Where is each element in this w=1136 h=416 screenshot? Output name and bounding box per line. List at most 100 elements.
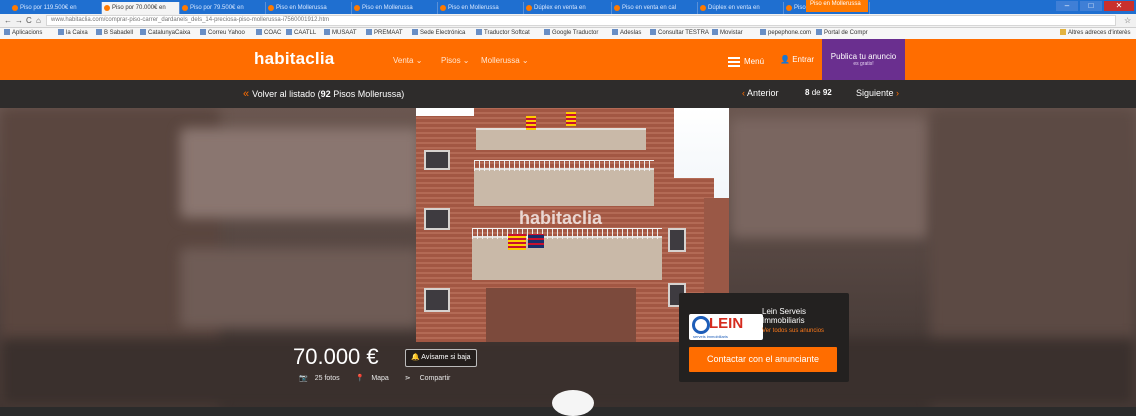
favicon-icon	[526, 5, 532, 11]
bookmark-item[interactable]: COAC	[256, 29, 281, 38]
tab-title: Piso en Mollerussa	[362, 5, 413, 11]
bookmark-icon	[96, 29, 102, 35]
previous-listing-link[interactable]: ‹ Anterior	[742, 88, 779, 98]
favicon-icon	[700, 5, 706, 11]
bookmark-item[interactable]: CatalunyaCaixa	[140, 29, 190, 38]
browser-tab[interactable]: Piso en Mollerussa	[266, 2, 352, 14]
user-icon: 👤	[780, 55, 790, 64]
bookmark-item[interactable]: PREMAAT	[366, 29, 403, 38]
folder-icon	[1060, 29, 1066, 35]
share-link[interactable]: ⋗ Compartir	[405, 375, 458, 382]
reload-icon[interactable]: C	[26, 15, 32, 26]
favicon-icon	[104, 5, 110, 11]
browser-tab[interactable]: Dúplex en venta en	[698, 2, 784, 14]
forward-arrow-icon[interactable]: →	[15, 15, 23, 26]
tab-title: Piso en venta en cal	[622, 5, 677, 11]
bookmark-item[interactable]: B Sabadell	[96, 29, 133, 38]
bookmark-icon	[412, 29, 418, 35]
minimize-icon[interactable]: –	[1056, 1, 1078, 11]
listing-price: 70.000 €	[293, 344, 379, 369]
bookmark-item[interactable]: CAATLL	[286, 29, 316, 38]
bell-icon: 🔔	[411, 354, 420, 361]
tab-title: Piso en Mollerussa	[276, 5, 327, 11]
login-button[interactable]: 👤 Entrar	[780, 55, 814, 64]
bookmark-item[interactable]: Correu Yahoo	[200, 29, 245, 38]
agent-all-listings-link[interactable]: Ver todos sus anuncios	[762, 328, 824, 334]
ground-floor	[486, 288, 636, 342]
nav-location[interactable]: Mollerussa ⌄	[481, 56, 529, 65]
agent-logo[interactable]: LEIN serveis immobiliaris	[689, 314, 763, 340]
bookmark-icon	[650, 29, 656, 35]
browser-tab-bar: Piso por 119.500€ en Piso por 70.000€ en…	[0, 0, 1136, 14]
tab-title: Piso por 79.500€ en	[190, 5, 244, 11]
share-icon: ⋗	[404, 375, 411, 382]
bookmark-item[interactable]: Portal de Compr	[816, 29, 868, 38]
favorite-button[interactable]	[552, 390, 594, 416]
camera-icon: 📷	[299, 375, 308, 382]
back-to-listing-link[interactable]: «Volver al listado (92 Pisos Mollerussa)	[243, 88, 404, 100]
blurred-background	[180, 128, 420, 218]
chevron-right-icon: ›	[896, 88, 900, 98]
browser-tab[interactable]: Piso en Mollerussa	[352, 2, 438, 14]
balcony	[474, 168, 654, 206]
browser-tab[interactable]: Dúplex en venta en	[524, 2, 612, 14]
map-link[interactable]: 📍 Mapa	[356, 375, 396, 382]
browser-tab[interactable]: Piso en venta en cal	[612, 2, 698, 14]
browser-tab-active[interactable]: Piso por 70.000€ en	[102, 2, 180, 14]
bookmark-item[interactable]: Consultar TESTRA	[650, 29, 709, 38]
bookmark-item[interactable]: Sede Electrónica	[412, 29, 465, 38]
bookmark-icon	[612, 29, 618, 35]
contact-advertiser-button[interactable]: Contactar con el anunciante	[689, 347, 837, 372]
star-icon[interactable]: ☆	[1124, 15, 1131, 26]
nav-pisos[interactable]: Pisos ⌄	[441, 56, 470, 65]
bookmark-icon	[760, 29, 766, 35]
tab-title: Piso por 70.000€ en	[112, 5, 166, 11]
url-field[interactable]: www.habitaclia.com/comprar-piso-carrer_d…	[46, 15, 1116, 26]
flag	[566, 112, 576, 126]
next-listing-link[interactable]: Siguiente ›	[856, 88, 899, 98]
nav-venta[interactable]: Venta ⌄	[393, 56, 422, 65]
maximize-icon[interactable]: □	[1080, 1, 1102, 11]
bookmark-icon	[712, 29, 718, 35]
menu-button[interactable]: Menú	[728, 55, 764, 69]
bookmark-item[interactable]: la Caixa	[58, 29, 88, 38]
home-icon[interactable]: ⌂	[36, 15, 41, 26]
browser-tab[interactable]: Piso en Mollerussa	[438, 2, 524, 14]
bookmark-item[interactable]: Adeslas	[612, 29, 641, 38]
balcony	[472, 236, 662, 280]
tab-title: Dúplex en venta en	[708, 5, 760, 11]
site-logo[interactable]: habitaclia	[254, 49, 334, 69]
favicon-icon	[268, 5, 274, 11]
double-chevron-left-icon: «	[243, 88, 250, 100]
tab-title: Dúplex en venta en	[534, 5, 586, 11]
flag	[508, 234, 526, 250]
bookmark-icon	[256, 29, 262, 35]
price-alert-button[interactable]: 🔔 Avísame si baja	[405, 349, 477, 367]
bookmark-icon	[324, 29, 330, 35]
bookmark-icon	[476, 29, 482, 35]
bookmark-folder-other[interactable]: Altres adreces d'interès	[1060, 29, 1131, 38]
map-pin-icon: 📍	[355, 375, 365, 382]
bookmark-item[interactable]: Traductor Softcat	[476, 29, 530, 38]
browser-tab[interactable]: Piso por 79.500€ en	[180, 2, 266, 14]
favicon-icon	[182, 5, 188, 11]
window-controls: – □ ✕	[1056, 1, 1134, 13]
balcony	[476, 128, 646, 150]
bookmark-item[interactable]: Aplicacions	[4, 29, 42, 38]
bookmark-item[interactable]: Google Traductor	[544, 29, 598, 38]
window	[424, 150, 450, 170]
site-header: habitaclia Venta ⌄ Pisos ⌄ Mollerussa ⌄ …	[0, 39, 1136, 80]
bookmark-item[interactable]: pepephone.com	[760, 29, 811, 38]
close-icon[interactable]: ✕	[1104, 1, 1134, 11]
hamburger-icon	[728, 55, 740, 69]
bookmark-icon	[140, 29, 146, 35]
tab-title: Piso por 119.500€ en	[20, 5, 77, 11]
publish-ad-button[interactable]: Publica tu anuncio es gratis!	[822, 39, 905, 80]
bookmark-item[interactable]: MUSAAT	[324, 29, 357, 38]
browser-tab[interactable]: Piso por 119.500€ en	[10, 2, 102, 14]
bookmark-item[interactable]: Movistar	[712, 29, 743, 38]
blurred-background	[730, 118, 930, 238]
photos-link[interactable]: 📷 25 fotos	[299, 375, 347, 382]
listing-position: 8 de 92	[805, 88, 832, 97]
back-arrow-icon[interactable]: ←	[4, 15, 12, 26]
